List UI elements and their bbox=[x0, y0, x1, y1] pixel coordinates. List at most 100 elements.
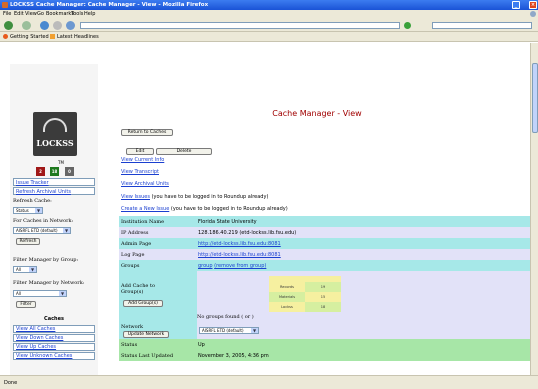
updated-label: Status Last Updated bbox=[121, 353, 174, 359]
status-value: Up bbox=[198, 342, 205, 348]
menu-bar: File Edit View Go Bookmarks Tools Help bbox=[0, 10, 538, 18]
institution-value: Florida State University bbox=[198, 219, 257, 225]
navigation-toolbar bbox=[0, 18, 538, 32]
detail-row-status: Status Up bbox=[119, 339, 530, 350]
view-issues-link[interactable]: View Issues bbox=[121, 194, 150, 200]
add-groups-button[interactable]: Add Group(s) bbox=[123, 300, 163, 307]
chevron-down-icon: ▼ bbox=[59, 291, 66, 296]
view-archival-units-row: View Archival Units bbox=[121, 181, 169, 187]
cache-link-box: View Unknown Caches bbox=[13, 352, 95, 360]
refresh-units-box: Refresh Archival Units bbox=[13, 187, 95, 195]
reload-icon[interactable] bbox=[40, 21, 49, 30]
logo-text: LOCKSS bbox=[36, 138, 74, 148]
app-icon bbox=[2, 2, 8, 8]
view-issues-note: (you have to be logged in to Roundup alr… bbox=[150, 194, 269, 200]
home-icon[interactable] bbox=[66, 21, 75, 30]
close-button[interactable]: × bbox=[529, 1, 537, 9]
refresh-button[interactable]: Refresh bbox=[16, 238, 40, 245]
menu-file[interactable]: File bbox=[3, 11, 11, 17]
bookmarks-toolbar: Getting Started Latest Headlines bbox=[0, 32, 538, 42]
filter-group-label: Filter Manager by Group: bbox=[13, 257, 79, 263]
for-caches-label: For Caches in Network: bbox=[13, 218, 74, 224]
refresh-units-link[interactable]: Refresh Archival Units bbox=[16, 189, 71, 195]
view-down-caches-link[interactable]: View Down Caches bbox=[16, 335, 63, 341]
status-square-down: 2 bbox=[36, 167, 45, 176]
network-filter-select[interactable]: All ▼ bbox=[13, 290, 67, 297]
update-network-button[interactable]: Update Network bbox=[123, 331, 169, 338]
cache-link-box: View All Caches bbox=[13, 325, 95, 333]
ip-value: 128.186.40.219 (etd-lockss.lib.fsu.edu) bbox=[198, 230, 297, 236]
chevron-down-icon: ▼ bbox=[35, 208, 42, 213]
mini-cell: Lockss bbox=[269, 302, 305, 312]
forward-icon[interactable] bbox=[22, 21, 31, 30]
issue-tracker-box: Issue Tracker bbox=[13, 178, 95, 186]
mini-cell: 19 bbox=[305, 282, 341, 292]
group-select[interactable]: All ▼ bbox=[13, 266, 37, 273]
url-input[interactable] bbox=[80, 22, 400, 29]
view-up-caches-link[interactable]: View Up Caches bbox=[16, 344, 56, 350]
group-link[interactable]: group bbox=[198, 263, 213, 269]
window-title: LOCKSS Cache Manager: Cache Manager - Vi… bbox=[10, 2, 209, 8]
mini-cell: Materials bbox=[269, 292, 305, 302]
add-cache-label: Add Cache to Group(s) bbox=[121, 283, 155, 295]
filter-button[interactable]: Filter bbox=[16, 301, 36, 308]
status-bar: Done bbox=[0, 375, 538, 389]
detail-row-log: Log Page http://etd-lockss.lib.fsu.edu:8… bbox=[119, 249, 530, 260]
network-select-value: AISRFL ETD (default) bbox=[16, 228, 58, 233]
network-select[interactable]: AISRFL ETD (default) ▼ bbox=[13, 227, 71, 234]
left-sidebar: LOCKSS TM 2 18 0 Issue Tracker Refresh A… bbox=[10, 64, 98, 375]
go-icon[interactable] bbox=[404, 22, 411, 29]
bookmark-latest-headlines[interactable]: Latest Headlines bbox=[57, 34, 99, 40]
chevron-down-icon: ▼ bbox=[29, 267, 36, 272]
menu-help[interactable]: Help bbox=[84, 11, 95, 17]
view-archival-units-link[interactable]: View Archival Units bbox=[121, 181, 169, 187]
rss-icon bbox=[50, 34, 55, 39]
edit-button[interactable]: Edit bbox=[126, 148, 154, 155]
network-detail-select[interactable]: AISRFL ETD (default) ▼ bbox=[199, 327, 259, 334]
delete-button[interactable]: Delete bbox=[156, 148, 212, 155]
menu-tools[interactable]: Tools bbox=[71, 11, 83, 17]
group-mini-table: Records 19 Materials 15 Lockss 18 bbox=[269, 276, 341, 314]
cache-link-box: View Down Caches bbox=[13, 334, 95, 342]
back-icon[interactable] bbox=[4, 21, 13, 30]
caches-header: Caches bbox=[44, 316, 64, 322]
remove-from-group-link[interactable]: (remove from group) bbox=[214, 263, 266, 269]
detail-row-updated: Status Last Updated November 3, 2005, 4:… bbox=[119, 350, 530, 361]
network-filter-select-value: All bbox=[16, 291, 21, 296]
log-label: Log Page bbox=[121, 252, 145, 258]
cache-link-box: View Up Caches bbox=[13, 343, 95, 351]
detail-row-groups: Groups group (remove from group) bbox=[119, 260, 530, 271]
status-select[interactable]: Status ▼ bbox=[13, 207, 43, 214]
bookmark-getting-started[interactable]: Getting Started bbox=[10, 34, 49, 40]
logo-arc-icon bbox=[43, 118, 67, 132]
filter-network-label: Filter Manager by Network: bbox=[13, 280, 85, 286]
menu-go[interactable]: Go bbox=[37, 11, 44, 17]
view-unknown-caches-link[interactable]: View Unknown Caches bbox=[16, 353, 72, 359]
page-title: Cache Manager - View bbox=[272, 109, 362, 118]
detail-row-admin: Admin Page http://etd-lockss.lib.fsu.edu… bbox=[119, 238, 530, 249]
menu-bookmarks[interactable]: Bookmarks bbox=[46, 11, 74, 17]
create-issue-note: (you have to be logged in to Roundup alr… bbox=[169, 206, 288, 212]
issue-tracker-link[interactable]: Issue Tracker bbox=[16, 180, 49, 186]
status-text: Done bbox=[4, 380, 18, 386]
log-link[interactable]: http://etd-lockss.lib.fsu.edu:8081 bbox=[198, 252, 281, 258]
search-input[interactable] bbox=[432, 22, 532, 29]
detail-row-institution: Institution Name Florida State Universit… bbox=[119, 216, 530, 227]
view-all-caches-link[interactable]: View All Caches bbox=[16, 326, 55, 332]
menu-view[interactable]: View bbox=[25, 11, 37, 17]
view-transcript-link[interactable]: View Transcript bbox=[121, 169, 159, 175]
minimize-button[interactable]: _ bbox=[512, 1, 520, 9]
create-issue-row: Create a New Issue (you have to be logge… bbox=[121, 206, 288, 212]
return-to-caches-button[interactable]: Return to Caches bbox=[121, 129, 173, 136]
view-current-info-link[interactable]: View Current Info bbox=[121, 157, 164, 163]
groups-value: group (remove from group) bbox=[198, 263, 266, 269]
add-cache-value-cell: Records 19 Materials 15 Lockss 18 No gro… bbox=[197, 271, 530, 323]
ip-label: IP Address bbox=[121, 230, 149, 236]
scroll-thumb[interactable] bbox=[532, 63, 538, 133]
create-issue-link[interactable]: Create a New Issue bbox=[121, 206, 169, 212]
admin-link[interactable]: http://etd-lockss.lib.fsu.edu:8081 bbox=[198, 241, 281, 247]
mini-cell: 18 bbox=[305, 302, 341, 312]
vertical-scrollbar[interactable] bbox=[530, 43, 538, 375]
stop-icon[interactable] bbox=[53, 21, 62, 30]
menu-edit[interactable]: Edit bbox=[14, 11, 24, 17]
